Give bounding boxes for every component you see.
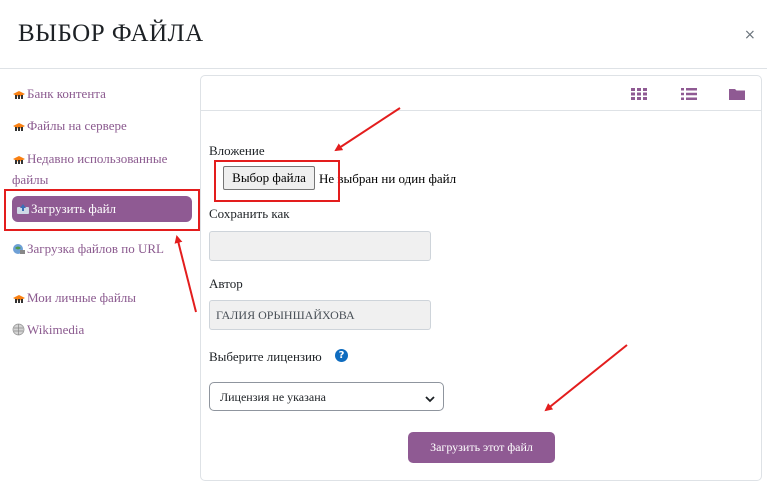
license-select[interactable]: Лицензия не указана xyxy=(209,382,444,411)
sidebar-item-label: Файлы на сервере xyxy=(27,118,127,133)
help-icon[interactable]: ? xyxy=(335,349,348,362)
url-download-icon xyxy=(12,243,26,255)
sidebar-item-wikimedia[interactable]: Wikimedia xyxy=(12,320,192,340)
sidebar-item-private-files[interactable]: Мои личные файлы xyxy=(12,288,192,308)
folder-view-icon[interactable] xyxy=(729,87,745,105)
author-input[interactable] xyxy=(209,300,431,330)
sidebar-item-url-download[interactable]: Загрузка файлов по URL xyxy=(12,238,192,259)
close-button[interactable]: × xyxy=(744,27,756,43)
sidebar-item-label: Банк контента xyxy=(27,86,106,101)
author-label: Автор xyxy=(209,276,243,291)
moodle-hat-icon xyxy=(12,122,26,132)
list-view-icon[interactable] xyxy=(681,87,697,105)
moodle-hat-icon xyxy=(12,90,26,100)
license-selected-value: Лицензия не указана xyxy=(220,390,326,404)
sidebar-item-server-files[interactable]: Файлы на сервере xyxy=(12,116,192,136)
save-as-label: Сохранить как xyxy=(209,206,290,221)
sidebar-item-label: Wikimedia xyxy=(27,322,85,337)
sidebar-item-recent-files[interactable]: Недавно использованные файлы xyxy=(12,148,192,190)
highlight-upload-sidebar xyxy=(4,189,200,231)
highlight-choose-file xyxy=(214,160,340,202)
file-picker-panel xyxy=(200,75,762,481)
sidebar-item-label: Мои личные файлы xyxy=(27,290,137,305)
license-label: Выберите лицензию xyxy=(209,349,322,364)
upload-this-file-button[interactable]: Загрузить этот файл xyxy=(408,432,555,463)
moodle-hat-icon xyxy=(12,294,26,304)
header-divider xyxy=(0,68,767,69)
sidebar-item-label: Загрузка файлов по URL xyxy=(27,241,164,256)
wikimedia-globe-icon xyxy=(12,323,26,336)
dialog-title: ВЫБОР ФАЙЛА xyxy=(18,20,204,47)
view-toolbar xyxy=(201,76,761,111)
save-as-input[interactable] xyxy=(209,231,431,261)
sidebar-item-content-bank[interactable]: Банк контента xyxy=(12,84,192,104)
moodle-hat-icon xyxy=(12,155,26,165)
sidebar-item-label: Недавно использованные файлы xyxy=(12,151,168,187)
attachment-label: Вложение xyxy=(209,143,265,158)
grid-view-icon[interactable] xyxy=(631,87,647,105)
chevron-down-icon xyxy=(425,392,435,407)
